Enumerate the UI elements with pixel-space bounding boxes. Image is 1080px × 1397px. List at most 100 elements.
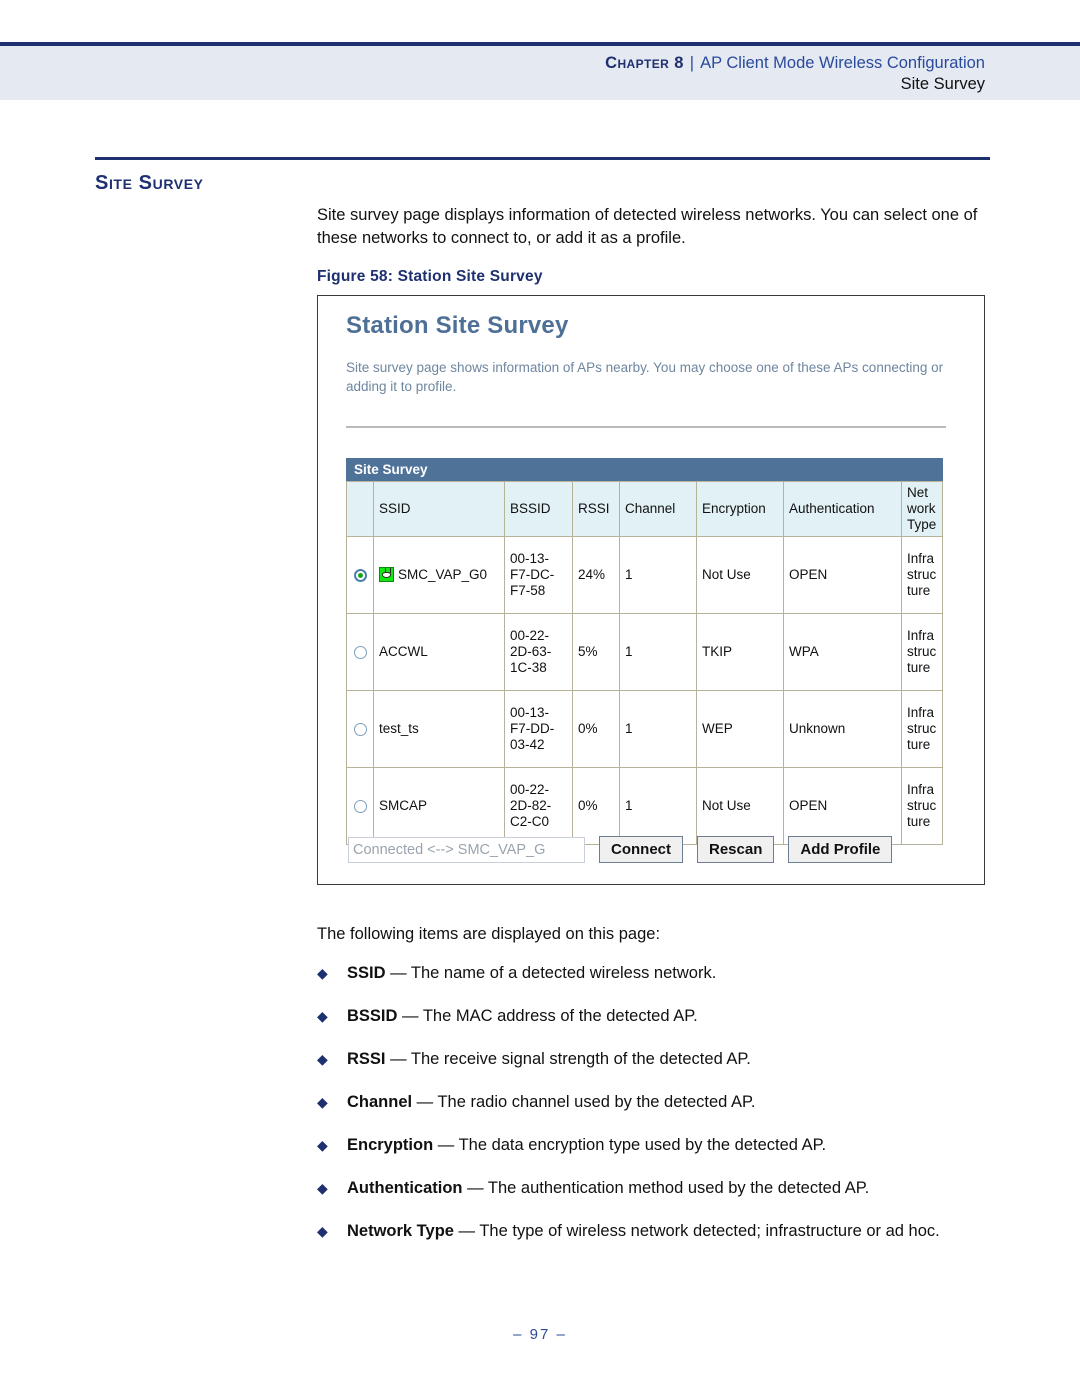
- list-item-dash: —: [412, 1093, 438, 1111]
- list-item-description: The name of a detected wireless network.: [410, 964, 717, 982]
- panel-title-bar: Site Survey: [346, 458, 943, 481]
- list-item-dash: —: [385, 1050, 411, 1068]
- header-chapter-title: AP Client Mode Wireless Configuration: [700, 54, 985, 72]
- diamond-bullet-icon: ◆: [317, 1180, 328, 1196]
- cell-encryption: TKIP: [696, 613, 784, 691]
- radio-button[interactable]: [353, 568, 367, 582]
- list-item-term: RSSI: [347, 1050, 386, 1068]
- table-row[interactable]: ACCWL 00-22-2D-63-1C-38 5% 1 TKIP WPA Infrastr…: [346, 613, 943, 691]
- cell-authentication: OPEN: [783, 536, 902, 614]
- site-survey-table: SSID BSSID RSSI Channel Encryption Authe…: [346, 481, 943, 845]
- column-header-select: [346, 481, 374, 537]
- row-select-cell[interactable]: [346, 690, 374, 768]
- diamond-bullet-icon: ◆: [317, 1051, 328, 1067]
- list-item-term: Authentication: [347, 1179, 463, 1197]
- items-lead-in: The following items are displayed on thi…: [317, 925, 661, 943]
- column-header-channel: Channel: [619, 481, 697, 537]
- ssid-label: ACCWL: [379, 644, 428, 659]
- table-row[interactable]: test_ts 00-13-F7-DD-03-42 0% 1 WEP Unknown Inf…: [346, 690, 943, 768]
- list-item-description: The authentication method used by the de…: [487, 1179, 870, 1197]
- cell-encryption: Not Use: [696, 767, 784, 845]
- table-row[interactable]: SMC_VAP_G0 00-13-F7-DC-F7-58 24% 1 Not Use OP…: [346, 536, 943, 614]
- cell-bssid: 00-13-F7-DD-03-42: [504, 690, 573, 768]
- list-item-description: The MAC address of the detected AP.: [422, 1007, 698, 1025]
- section-rule: [95, 157, 990, 160]
- ssid-label: test_ts: [379, 721, 419, 736]
- cell-authentication: WPA: [783, 613, 902, 691]
- list-item-description: The radio channel used by the detected A…: [437, 1093, 756, 1111]
- cell-bssid: 00-22-2D-82-C2-C0: [504, 767, 573, 845]
- list-item-description: The receive signal strength of the detec…: [410, 1050, 751, 1068]
- header-subtitle: Site Survey: [900, 75, 985, 93]
- cell-ssid: test_ts: [373, 690, 505, 768]
- cell-network-type: Infrastructure: [901, 536, 943, 614]
- list-item-description: The type of wireless network detected; i…: [479, 1222, 940, 1240]
- list-item-text: Channel — The radio channel used by the …: [347, 1091, 755, 1114]
- list-item-term: Encryption: [347, 1136, 434, 1154]
- row-select-cell[interactable]: [346, 767, 374, 845]
- list-item-text: Network Type — The type of wireless netw…: [347, 1220, 940, 1243]
- list-item-dash: —: [385, 964, 411, 982]
- list-item-description: The data encryption type used by the det…: [458, 1136, 827, 1154]
- row-select-cell[interactable]: [346, 613, 374, 691]
- column-header-encryption: Encryption: [696, 481, 784, 537]
- ap-signal-icon: [379, 567, 394, 582]
- items-list: ◆ SSID — The name of a detected wireless …: [317, 962, 997, 1263]
- row-select-cell[interactable]: [346, 536, 374, 614]
- list-item-dash: —: [453, 1222, 480, 1240]
- radio-button[interactable]: [353, 645, 367, 659]
- cell-channel: 1: [619, 767, 697, 845]
- diamond-bullet-icon: ◆: [317, 1137, 328, 1153]
- column-header-network-type: Network Type: [901, 481, 943, 537]
- add-profile-button[interactable]: Add Profile: [788, 836, 893, 863]
- table-header-row: SSID BSSID RSSI Channel Encryption Authe…: [346, 481, 943, 537]
- cell-ssid: SMCAP: [373, 767, 505, 845]
- app-title: Station Site Survey: [346, 312, 569, 339]
- cell-network-type: Infrastructure: [901, 690, 943, 768]
- app-description: Site survey page shows information of AP…: [346, 360, 944, 394]
- header-separator: |: [689, 54, 695, 72]
- list-item-text: BSSID — The MAC address of the detected …: [347, 1005, 698, 1028]
- list-item-dash: —: [397, 1007, 423, 1025]
- table-row[interactable]: SMCAP 00-22-2D-82-C2-C0 0% 1 Not Use OPEN Infr…: [346, 767, 943, 845]
- page-title: Site Survey: [95, 172, 204, 194]
- cell-rssi: 5%: [572, 613, 620, 691]
- diamond-bullet-icon: ◆: [317, 1008, 328, 1024]
- column-header-ssid: SSID: [373, 481, 505, 537]
- list-item: ◆ Channel — The radio channel used by the…: [317, 1091, 997, 1114]
- diamond-bullet-icon: ◆: [317, 1094, 328, 1110]
- header-chapter-label: Chapter 8: [605, 54, 684, 72]
- action-row: Connected <--> SMC_VAP_G Connect Rescan …: [348, 836, 948, 863]
- list-item-term: BSSID: [347, 1007, 398, 1025]
- page-number: – 97 –: [513, 1326, 567, 1343]
- table-body: SMC_VAP_G0 00-13-F7-DC-F7-58 24% 1 Not Use OP…: [346, 536, 943, 845]
- cell-encryption: Not Use: [696, 536, 784, 614]
- list-item: ◆ BSSID — The MAC address of the detected…: [317, 1005, 997, 1028]
- cell-network-type: Infrastructure: [901, 767, 943, 845]
- header-chapter-line: Chapter 8 | AP Client Mode Wireless Config…: [605, 54, 985, 73]
- cell-bssid: 00-13-F7-DC-F7-58: [504, 536, 573, 614]
- list-item-text: SSID — The name of a detected wireless n…: [347, 962, 716, 985]
- radio-button[interactable]: [353, 799, 367, 813]
- cell-channel: 1: [619, 690, 697, 768]
- cell-bssid: 00-22-2D-63-1C-38: [504, 613, 573, 691]
- running-header: Chapter 8 | AP Client Mode Wireless Config…: [0, 46, 1080, 100]
- column-header-bssid: BSSID: [504, 481, 573, 537]
- list-item-text: Authentication — The authentication meth…: [347, 1177, 869, 1200]
- cell-ssid: SMC_VAP_G0: [373, 536, 505, 614]
- diamond-bullet-icon: ◆: [317, 965, 328, 981]
- rescan-button[interactable]: Rescan: [697, 836, 775, 863]
- diamond-bullet-icon: ◆: [317, 1223, 328, 1239]
- connection-status-field[interactable]: Connected <--> SMC_VAP_G: [348, 836, 585, 863]
- list-item-text: RSSI — The receive signal strength of th…: [347, 1048, 751, 1071]
- list-item: ◆ Encryption — The data encryption type u…: [317, 1134, 997, 1157]
- column-header-authentication: Authentication: [783, 481, 902, 537]
- radio-button[interactable]: [353, 722, 367, 736]
- figure-caption: Figure 58: Station Site Survey: [317, 268, 543, 285]
- cell-authentication: Unknown: [783, 690, 902, 768]
- cell-rssi: 0%: [572, 767, 620, 845]
- connect-button[interactable]: Connect: [599, 836, 683, 863]
- list-item-term: Network Type: [347, 1222, 454, 1240]
- cell-encryption: WEP: [696, 690, 784, 768]
- ssid-label: SMC_VAP_G0: [398, 567, 488, 582]
